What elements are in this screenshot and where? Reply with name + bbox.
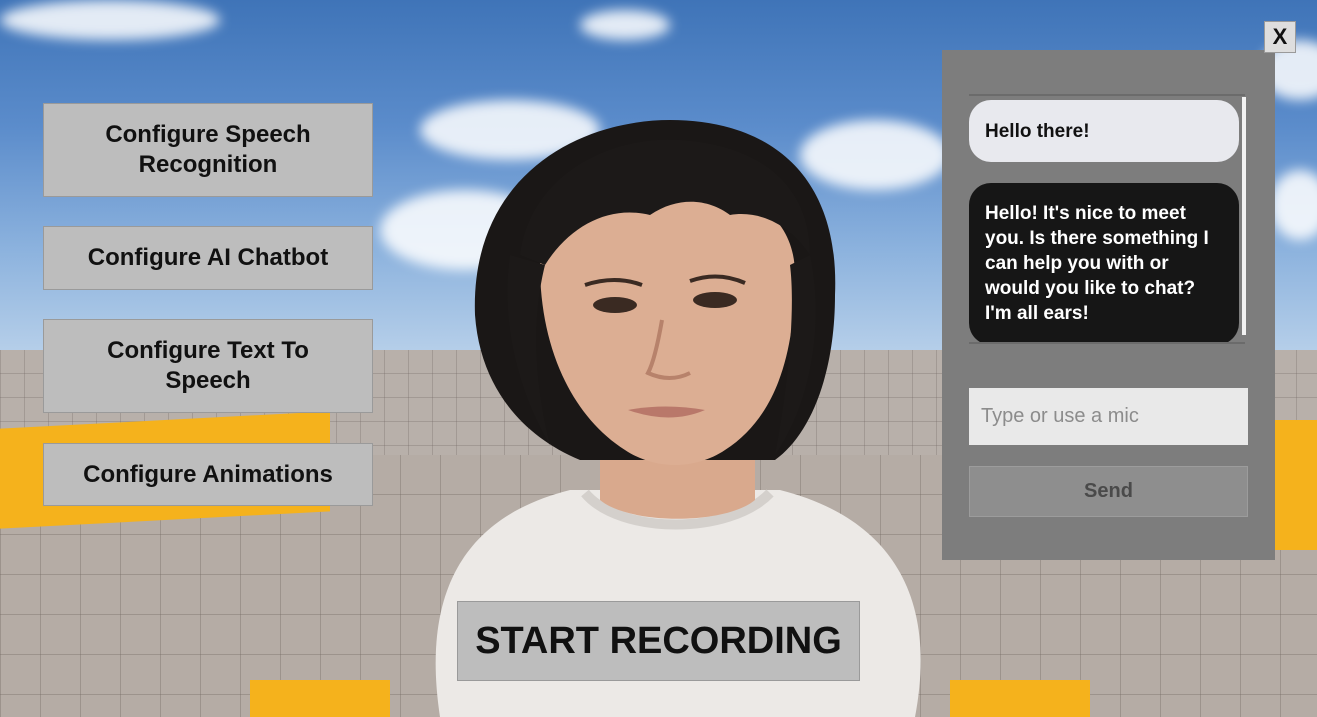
configure-ai-chatbot-label: Configure AI Chatbot	[87, 244, 329, 271]
start-recording-label: START RECORDING	[475, 619, 842, 662]
close-button[interactable]: X	[1264, 21, 1296, 53]
assistant-message-bubble: Hello! It's nice to meet you. Is there s…	[969, 183, 1239, 342]
user-message-bubble: Hello there!	[969, 100, 1239, 162]
configure-animations-button[interactable]: Configure Animations	[43, 443, 373, 506]
start-recording-button[interactable]: START RECORDING	[457, 601, 860, 681]
configure-ai-chatbot-button[interactable]: Configure AI Chatbot	[43, 226, 373, 290]
configure-animations-label: Configure Animations	[83, 460, 333, 488]
chat-history[interactable]: Hello there! Hello! It's nice to meet yo…	[969, 94, 1245, 344]
configure-speech-recognition-label: Configure Speech Recognition	[105, 121, 311, 178]
configure-text-to-speech-label: Configure Text To Speech	[107, 337, 309, 394]
user-message-text: Hello there!	[985, 120, 1090, 142]
assistant-message-text: Hello! It's nice to meet you. Is there s…	[985, 203, 1209, 324]
send-label: Send	[1084, 480, 1133, 502]
send-button[interactable]: Send	[969, 466, 1248, 517]
yellow-block	[250, 680, 390, 717]
cloud	[580, 10, 670, 40]
configure-speech-recognition-button[interactable]: Configure Speech Recognition	[43, 103, 373, 197]
chat-input[interactable]	[969, 388, 1248, 445]
chat-scrollbar[interactable]	[1242, 97, 1246, 335]
configure-text-to-speech-button[interactable]: Configure Text To Speech	[43, 319, 373, 413]
yellow-block	[1270, 420, 1317, 550]
chat-panel: Hello there! Hello! It's nice to meet yo…	[942, 50, 1275, 560]
yellow-block	[950, 680, 1090, 717]
cloud	[0, 0, 220, 40]
close-label: X	[1272, 24, 1288, 49]
